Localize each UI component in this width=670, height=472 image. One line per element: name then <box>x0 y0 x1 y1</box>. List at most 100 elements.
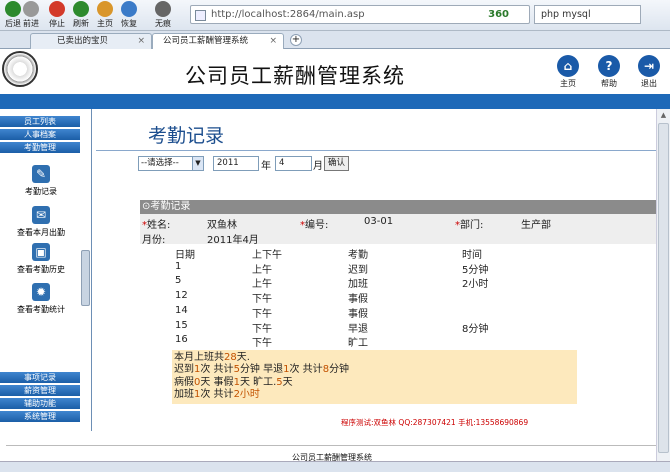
table-row: 5 上午 加班 2小时 <box>140 274 658 290</box>
summary-text: 加班 <box>174 389 194 401</box>
sidebar-menu-item[interactable]: 员工列表 <box>0 116 80 128</box>
summary-text: 天 事假 <box>200 376 234 388</box>
browser-button-label: 无痕 <box>155 19 171 28</box>
dept-value: 生产部 <box>521 220 551 231</box>
header-button-label: 帮助 <box>601 79 617 88</box>
header-button-label: 主页 <box>560 79 576 88</box>
sidebar-menu-item[interactable]: 薪资管理 <box>0 385 80 397</box>
header-home-button[interactable]: ⌂ 主页 <box>553 55 583 89</box>
address-url: http://localhost:2864/main.asp <box>211 9 365 20</box>
month-input[interactable]: 4 <box>275 156 312 171</box>
vertical-scrollbar[interactable]: ▲ <box>656 109 670 461</box>
table-row: 1 上午 迟到 5分钟 <box>140 260 658 276</box>
browser-refresh-button[interactable]: 刷新 <box>70 1 92 29</box>
header-exit-button[interactable]: ⇥ 退出 <box>634 55 664 89</box>
sidebar-link-label: 查看考勤统计 <box>17 305 65 314</box>
close-icon[interactable]: × <box>137 34 145 48</box>
employee-select-value: --请选择-- <box>141 158 179 168</box>
month-label: 月 <box>313 161 323 172</box>
summary-text: 次 共计 <box>200 364 234 376</box>
new-tab-button[interactable]: + <box>290 34 302 46</box>
browser-button-label: 恢复 <box>121 19 137 28</box>
table-cell: 下午 <box>252 338 272 350</box>
help-icon: ? <box>598 55 620 77</box>
page-title: 考勤记录 <box>148 125 225 147</box>
filter-bar: --请选择-- ▼ 2011 年 4 月 确认 <box>138 156 458 174</box>
home-icon: ⌂ <box>557 55 579 77</box>
back-icon <box>5 1 21 17</box>
employee-select[interactable]: --请选择-- ▼ <box>138 156 204 171</box>
close-icon[interactable]: × <box>269 34 277 48</box>
chat-icon: ✉ <box>32 206 50 224</box>
credit-line: 程序测试:双鱼林 QQ:287307421 手机:13558690869 <box>341 418 529 427</box>
title-divider <box>96 150 656 151</box>
sidebar-link-label: 考勤记录 <box>25 187 57 196</box>
browser-stop-button[interactable]: 停止 <box>46 1 68 29</box>
summary-text: 次 共计 <box>200 389 234 401</box>
table-row: 16 下午 旷工 <box>140 333 658 350</box>
sidebar-toggle[interactable] <box>81 250 90 306</box>
table-cell: 16 <box>175 334 188 346</box>
app-title: 公司员工薪酬管理系统 <box>185 64 405 88</box>
summary-text: 本月上班共 <box>174 352 224 363</box>
header-band <box>0 94 670 109</box>
search-text: php mysql <box>541 9 591 20</box>
table-row: 12 下午 事假 <box>140 289 658 305</box>
browser-restore-button[interactable]: 恢复 <box>118 1 140 29</box>
status-bar <box>0 461 670 472</box>
footer-divider <box>6 445 662 446</box>
summary-text: 病假 <box>174 376 194 388</box>
summary-text: 天 <box>282 376 293 388</box>
home-icon <box>97 1 113 17</box>
sidebar-menu-item[interactable]: 人事档案 <box>0 129 80 141</box>
year-input[interactable]: 2011 <box>213 156 259 171</box>
summary-text: 天. <box>236 352 250 363</box>
browser-incognito-button[interactable]: 无痕 <box>152 1 174 29</box>
summary-text: 分钟 早退 <box>239 364 284 376</box>
browser-button-label: 停止 <box>49 19 65 28</box>
confirm-button[interactable]: 确认 <box>324 156 350 171</box>
sidebar-menu-item[interactable]: 事项记录 <box>0 372 80 384</box>
tab-sold-items[interactable]: 已卖出的宝贝 × <box>30 33 152 49</box>
chevron-down-icon[interactable]: ▼ <box>192 157 203 170</box>
summary-line: 加班1次 共计2小时 <box>174 389 260 401</box>
gear-icon: ✹ <box>32 283 50 301</box>
header-help-button[interactable]: ? 帮助 <box>594 55 624 89</box>
name-label: *姓名: <box>142 220 171 231</box>
incognito-icon <box>155 1 171 17</box>
month-value: 2011年4月 <box>207 235 259 246</box>
search-box[interactable]: php mysql <box>534 5 641 24</box>
browser-forward-button[interactable]: 前进 <box>20 1 42 29</box>
sidebar-link-label: 查看本月出勤 <box>17 228 65 237</box>
save-icon: ▣ <box>32 243 50 261</box>
summary-text: 分钟 <box>329 364 350 376</box>
sidebar-link[interactable]: ✉ 查看本月出勤 <box>5 206 77 238</box>
header-button-label: 退出 <box>641 79 657 88</box>
tab-bar: 已卖出的宝贝 × 公司员工薪酬管理系统 × + <box>0 31 670 49</box>
table-cell: 12 <box>175 290 188 302</box>
summary-value: 2小时 <box>233 389 260 401</box>
table-cell: 14 <box>175 304 188 316</box>
scroll-thumb[interactable] <box>658 123 669 453</box>
tab-salary-system[interactable]: 公司员工薪酬管理系统 × <box>152 33 284 49</box>
sidebar-menu-item[interactable]: 系统管理 <box>0 411 80 423</box>
sidebar-link-label: 查看考勤历史 <box>17 265 65 274</box>
table-cell: 1 <box>175 260 182 272</box>
sidebar-link[interactable]: ✎ 考勤记录 <box>5 165 77 197</box>
table-row: 14 下午 事假 <box>140 304 658 320</box>
address-bar[interactable]: http://localhost:2864/main.asp 360 <box>190 5 530 24</box>
employee-info: *姓名: 双鱼林 *编号: 03-01 *部门: 生产部 月份: 2011年4月 <box>140 214 658 246</box>
browser-button-label: 前进 <box>23 19 39 28</box>
sidebar-menu-item[interactable]: 考勤管理 <box>0 142 80 154</box>
browser-home-button[interactable]: 主页 <box>94 1 116 29</box>
browser-button-label: 主页 <box>97 19 113 28</box>
sidebar-link[interactable]: ✹ 查看考勤统计 <box>5 283 77 315</box>
record-bar-title: 考勤记录 <box>150 201 191 212</box>
company-logo <box>2 51 38 87</box>
sidebar-menu-item[interactable]: 辅助功能 <box>0 398 80 410</box>
sidebar-link[interactable]: ▣ 查看考勤历史 <box>5 243 77 275</box>
id-value: 03-01 <box>364 216 394 227</box>
summary-line: 本月上班共28天. <box>174 352 250 364</box>
table-cell: 15 <box>175 319 188 331</box>
scroll-up-icon[interactable]: ▲ <box>658 111 669 121</box>
